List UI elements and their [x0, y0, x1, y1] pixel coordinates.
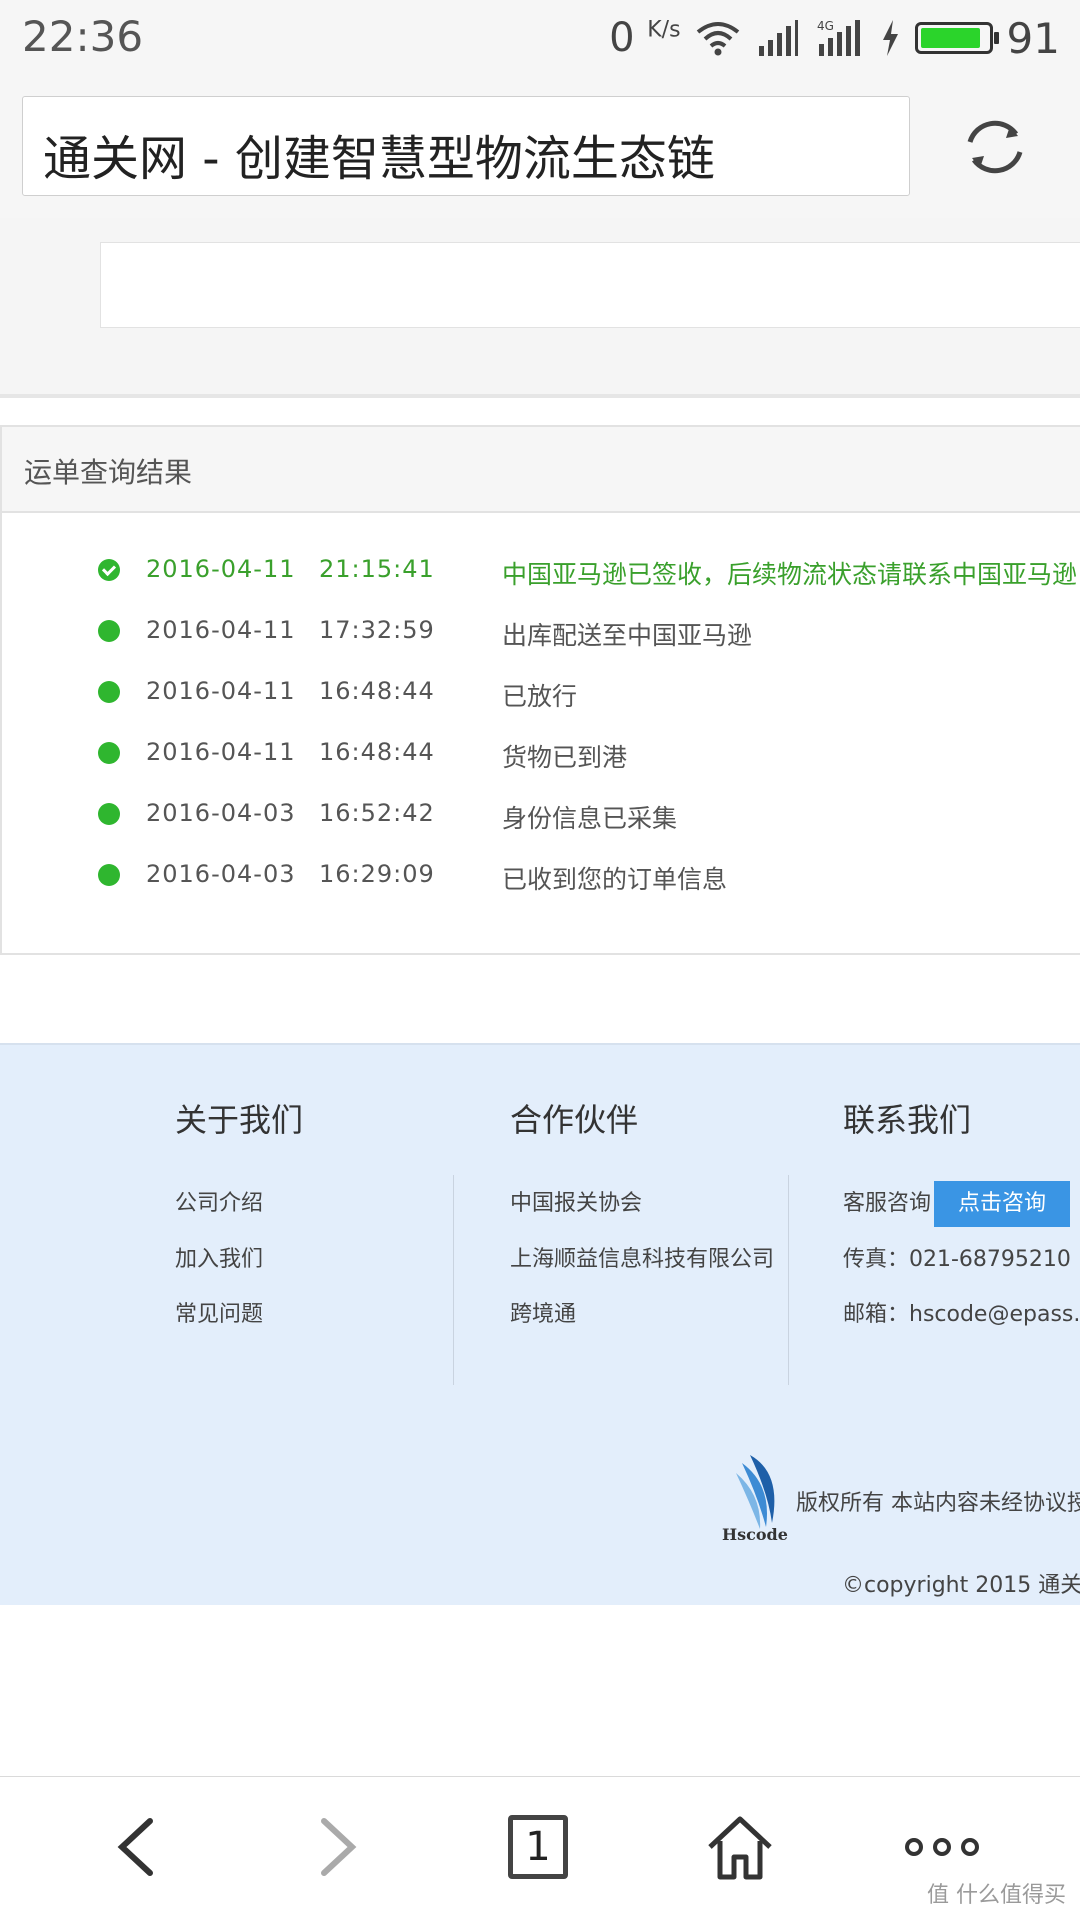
status-bar: 22:36 0 K/s 4G 91 [0, 0, 1080, 78]
fax-info: 传真：021-68795210 [843, 1247, 1071, 1272]
event-time: 16:48:44 [319, 677, 435, 705]
battery-icon [914, 22, 999, 54]
event-time: 17:32:59 [319, 616, 435, 644]
link-join-us[interactable]: 加入我们 [175, 1241, 263, 1273]
rights-text: 版权所有 本站内容未经协议授权 [796, 1491, 1080, 1516]
link-partner-kuajingtong[interactable]: 跨境通 [510, 1296, 576, 1328]
result-header: 运单查询结果 [2, 427, 1080, 513]
home-icon[interactable] [690, 1797, 790, 1897]
footer-divider [788, 1175, 789, 1385]
4g-signal-icon: 4G [817, 19, 860, 56]
event-description: 货物已到港 [502, 743, 628, 772]
battery-level: 91 [1006, 13, 1060, 63]
check-icon [98, 559, 120, 581]
tracking-event: 2016-04-11 21:15:41 中国亚马逊已签收，后续物流状态请联系中国… [2, 551, 1080, 591]
consult-button[interactable]: 点击咨询 [934, 1181, 1070, 1227]
search-area [0, 218, 1080, 398]
browser-nav-bar: 1 值 什么值得买 [0, 1776, 1080, 1921]
address-bar[interactable]: 通关网 - 创建智慧型物流生态链 [22, 96, 910, 196]
event-description: 中国亚马逊已签收，后续物流状态请联系中国亚马逊， [502, 560, 1080, 589]
waybill-result-panel: 运单查询结果 2016-04-11 21:15:41 中国亚马逊已签收，后续物流… [0, 425, 1080, 955]
browser-toolbar: 通关网 - 创建智慧型物流生态链 [0, 78, 1080, 218]
network-speed: 0 K/s [609, 15, 681, 61]
event-description: 出库配送至中国亚马逊 [502, 621, 753, 650]
status-dot-icon [98, 742, 120, 764]
status-dot-icon [98, 803, 120, 825]
tracking-event: 2016-04-11 16:48:44 已放行 [2, 673, 1080, 713]
event-time: 21:15:41 [319, 555, 435, 583]
status-dot-icon [98, 864, 120, 886]
event-date: 2016-04-03 [146, 860, 296, 888]
event-date: 2016-04-11 [146, 555, 296, 583]
search-input[interactable] [100, 242, 1080, 328]
site-footer: 关于我们 公司介绍 加入我们 常见问题 合作伙伴 中国报关协会 上海顺益信息科技… [0, 1043, 1080, 1605]
event-time: 16:52:42 [319, 799, 435, 827]
footer-divider [453, 1175, 454, 1385]
event-date: 2016-04-11 [146, 616, 296, 644]
status-dot-icon [98, 620, 120, 642]
copyright-text: ©copyright 2015 通关网.A [842, 1573, 1080, 1598]
email-info: 邮箱：hscode@epass.ne [843, 1302, 1080, 1327]
forward-icon[interactable] [288, 1797, 388, 1897]
event-description: 已收到您的订单信息 [502, 865, 728, 894]
wifi-icon [696, 22, 739, 56]
charging-icon [882, 20, 898, 56]
link-company-intro[interactable]: 公司介绍 [175, 1185, 263, 1217]
link-partner-customs-association[interactable]: 中国报关协会 [510, 1185, 642, 1217]
battery-level-fill [920, 28, 981, 48]
event-date: 2016-04-11 [146, 738, 296, 766]
result-title: 运单查询结果 [24, 456, 193, 489]
watermark: 值 什么值得买 [927, 1883, 1066, 1908]
event-time: 16:29:09 [319, 860, 435, 888]
tracking-event: 2016-04-11 16:48:44 货物已到港 [2, 734, 1080, 774]
status-time: 22:36 [22, 12, 144, 61]
tracking-event: 2016-04-03 16:52:42 身份信息已采集 [2, 795, 1080, 835]
event-date: 2016-04-11 [146, 677, 296, 705]
event-description: 已放行 [502, 682, 578, 711]
signal-icon [758, 20, 798, 56]
link-faq[interactable]: 常见问题 [175, 1296, 263, 1328]
service-label: 客服咨询 [843, 1191, 932, 1216]
status-dot-icon [98, 681, 120, 703]
tabs-icon[interactable]: 1 [508, 1815, 568, 1879]
about-title: 关于我们 [175, 1101, 304, 1139]
link-partner-shunyi[interactable]: 上海顺益信息科技有限公司 [510, 1241, 774, 1273]
logo-text: Hscode [722, 1525, 788, 1544]
contact-title: 联系我们 [843, 1101, 972, 1139]
tracking-event: 2016-04-03 16:29:09 已收到您的订单信息 [2, 856, 1080, 896]
tracking-event: 2016-04-11 17:32:59 出库配送至中国亚马逊 [2, 612, 1080, 652]
event-time: 16:48:44 [319, 738, 435, 766]
svg-text:4G: 4G [817, 19, 834, 33]
refresh-icon[interactable] [960, 112, 1030, 182]
event-date: 2016-04-03 [146, 799, 296, 827]
partners-title: 合作伙伴 [510, 1101, 639, 1139]
event-description: 身份信息已采集 [502, 804, 678, 833]
page-title: 通关网 - 创建智慧型物流生态链 [43, 131, 715, 187]
back-icon[interactable] [86, 1797, 186, 1897]
